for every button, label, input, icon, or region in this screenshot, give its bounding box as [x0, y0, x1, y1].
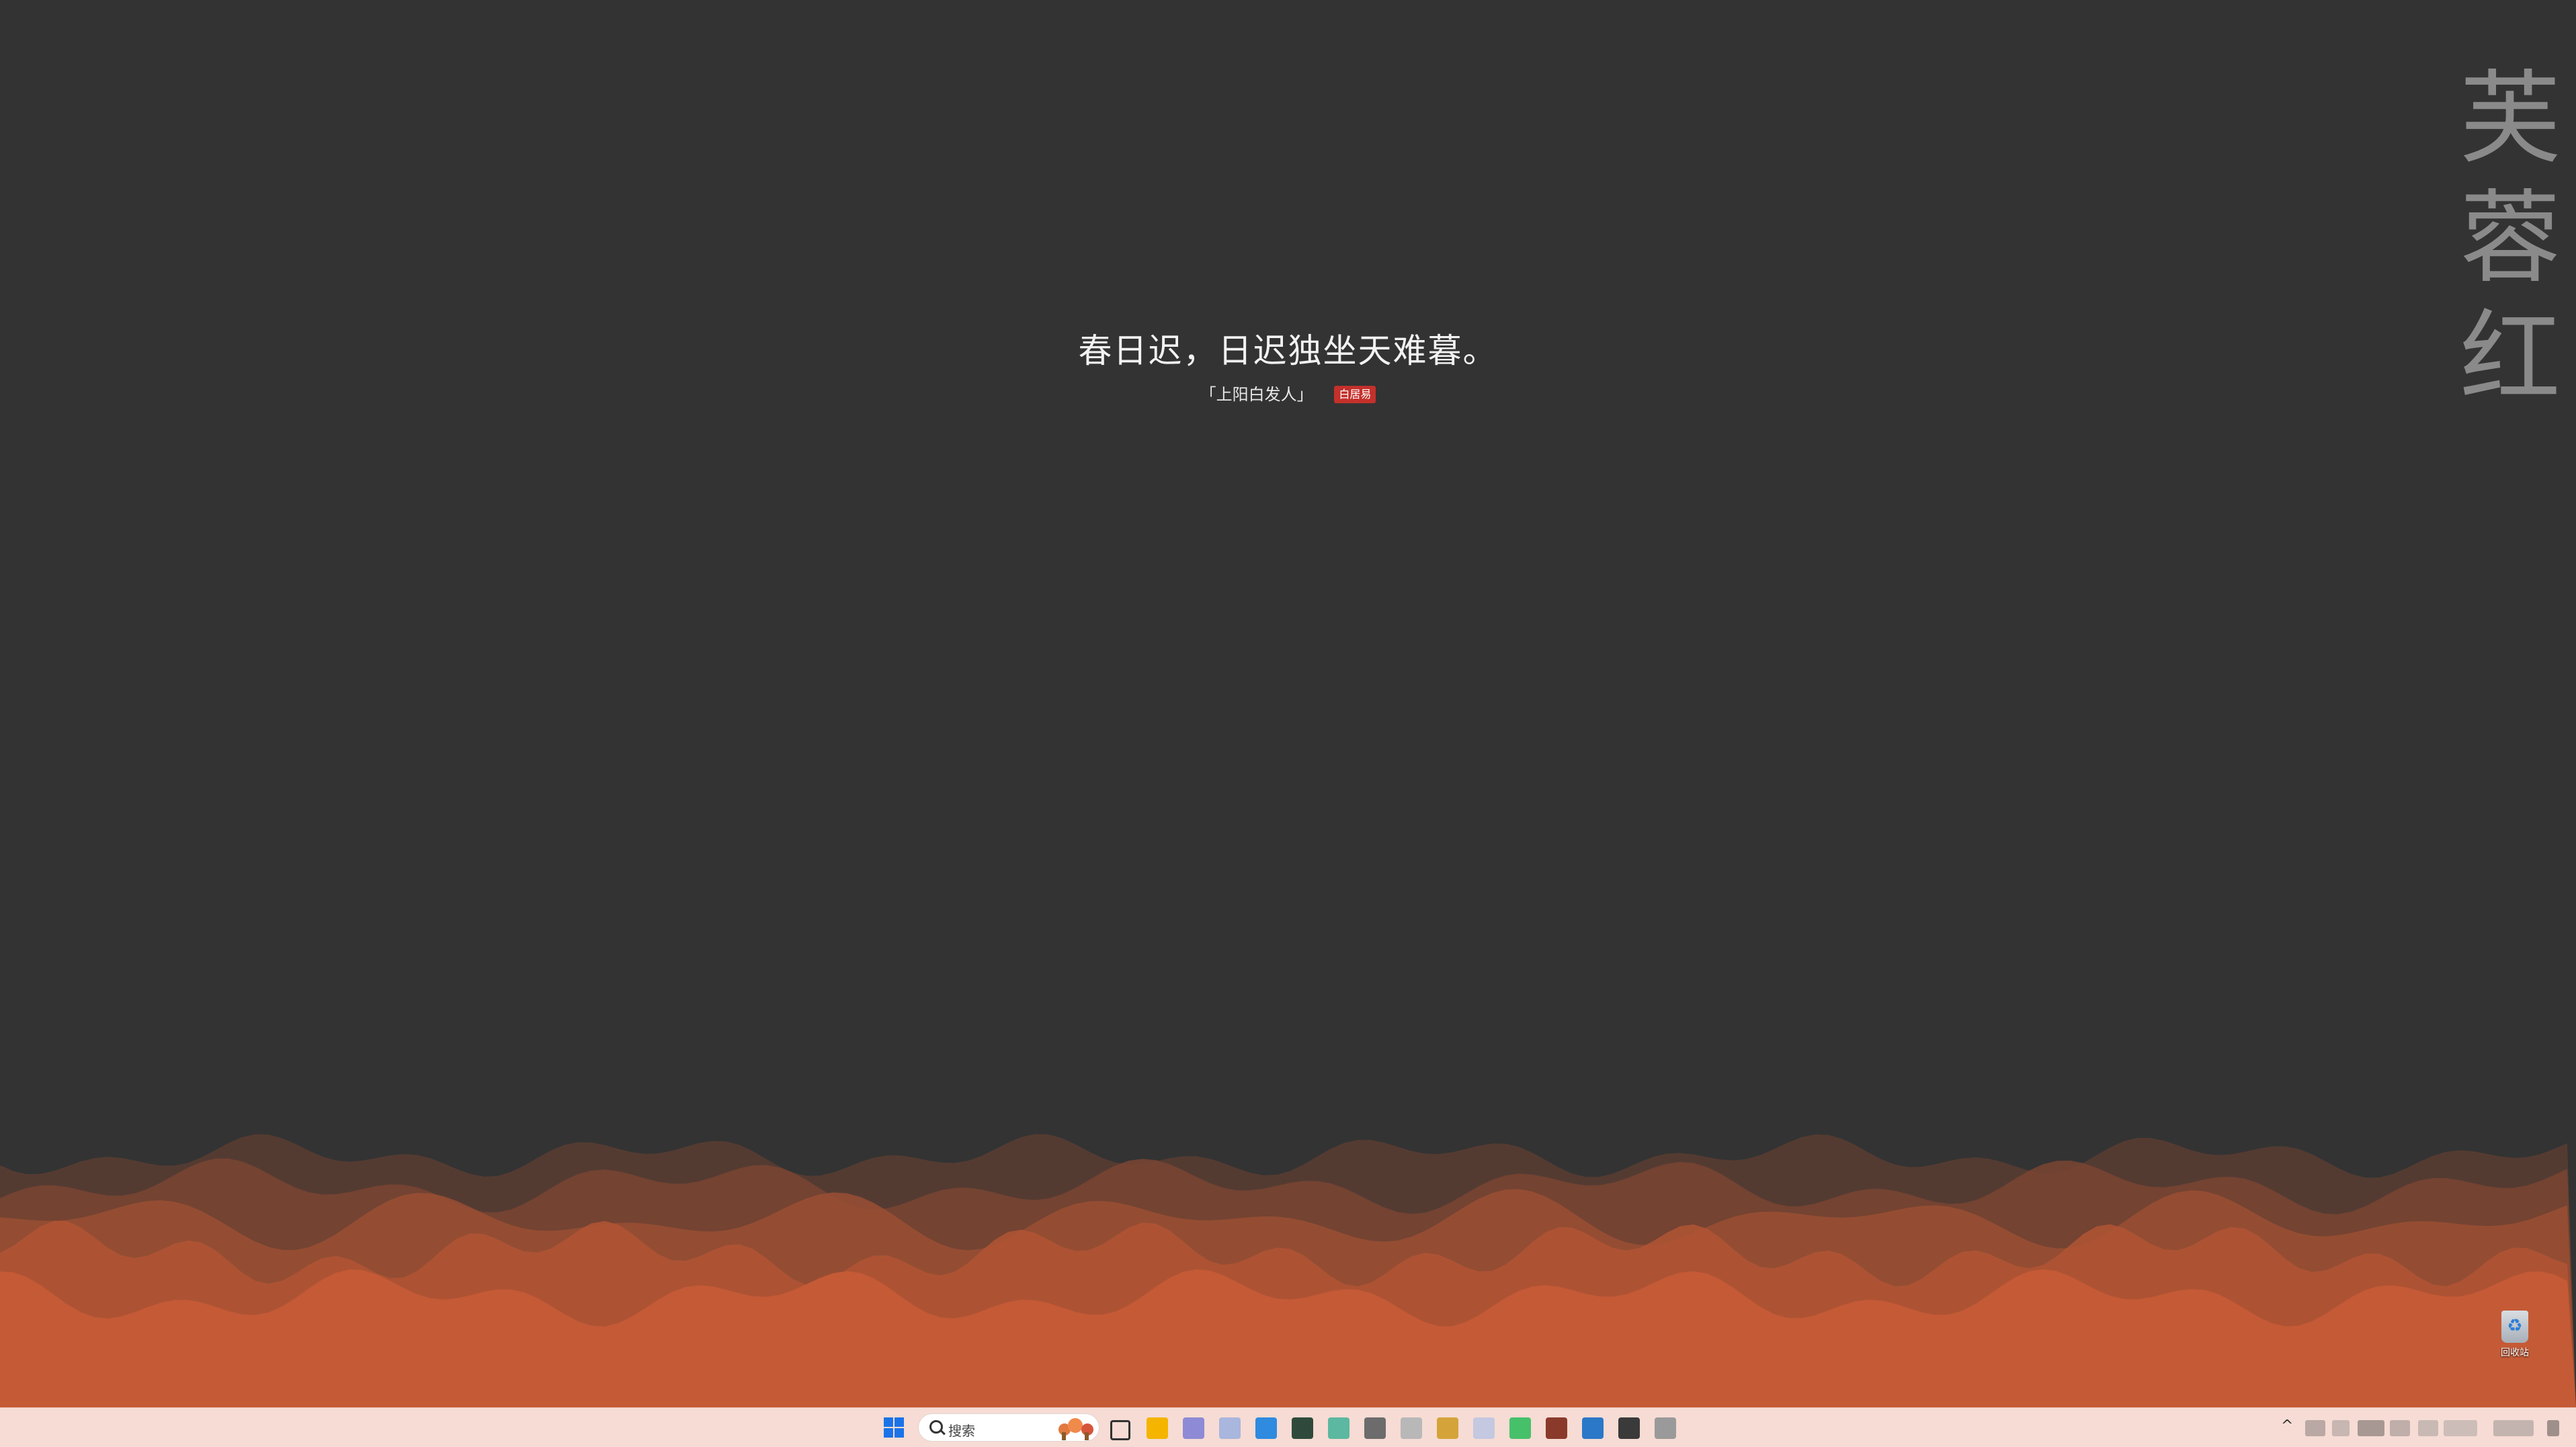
app-icon-10[interactable]	[1509, 1417, 1531, 1439]
app-icon-9[interactable]	[1473, 1417, 1495, 1439]
app-icon-1[interactable]	[1183, 1417, 1204, 1439]
app-icon-5[interactable]	[1328, 1417, 1349, 1439]
desktop: 春日迟，日迟独坐天难暮。 「上阳白发人」 白居易 芙 蓉 红 回收站	[0, 0, 2576, 1407]
app-icon-12[interactable]	[1582, 1417, 1604, 1439]
windows-logo-icon	[884, 1428, 893, 1438]
tray-icon[interactable]	[2547, 1420, 2559, 1436]
poem-attribution: 「上阳白发人」 白居易	[0, 380, 2576, 408]
app-icon-14[interactable]	[1655, 1417, 1676, 1439]
poem-source: 「上阳白发人」	[1200, 385, 1313, 404]
tray-overflow-chevron-icon[interactable]: ^	[2281, 1417, 2293, 1434]
tray-icon[interactable]	[2358, 1420, 2384, 1436]
search-icon	[929, 1420, 943, 1434]
app-icon-8[interactable]	[1437, 1417, 1458, 1439]
app-icon-4[interactable]	[1292, 1417, 1313, 1439]
app-icon-2[interactable]	[1219, 1417, 1241, 1439]
tray-icon[interactable]	[2418, 1420, 2438, 1436]
poem-line: 春日迟，日迟独坐天难暮。	[1078, 331, 1498, 370]
windows-logo-icon	[895, 1428, 904, 1438]
vertical-title-char: 红	[2460, 300, 2561, 417]
tray-icon[interactable]	[2390, 1420, 2410, 1436]
taskbar: 搜索 ^	[0, 1407, 2576, 1447]
tray-icon[interactable]	[2305, 1420, 2325, 1436]
app-icon-7[interactable]	[1401, 1417, 1422, 1439]
search-highlight-icon	[1058, 1418, 1093, 1440]
vertical-title-char: 蓉	[2460, 180, 2561, 297]
windows-logo-icon	[895, 1417, 904, 1427]
wave-decoration	[0, 1134, 2576, 1407]
app-icon-6[interactable]	[1364, 1417, 1386, 1439]
task-view-icon[interactable]	[1110, 1420, 1130, 1440]
recycle-bin-label: 回收站	[2501, 1348, 2529, 1358]
vertical-title: 芙 蓉 红	[2460, 59, 2561, 418]
poem-author-badge: 白居易	[1334, 386, 1376, 403]
file-explorer-icon[interactable]	[1147, 1417, 1168, 1439]
vertical-title-char: 芙	[2460, 60, 2561, 177]
search-placeholder: 搜索	[948, 1423, 975, 1439]
windows-logo-icon	[884, 1417, 893, 1427]
app-icon-13[interactable]	[1618, 1417, 1640, 1439]
recycle-bin-icon	[2501, 1311, 2528, 1343]
app-icon-3[interactable]	[1255, 1417, 1277, 1439]
tray-icon[interactable]	[2444, 1420, 2477, 1436]
tray-icon[interactable]	[2493, 1420, 2534, 1436]
start-button[interactable]	[884, 1417, 905, 1439]
app-icon-11[interactable]	[1546, 1417, 1567, 1439]
desktop-icon-recycle-bin[interactable]: 回收站	[2495, 1311, 2535, 1359]
tray-icon[interactable]	[2332, 1420, 2350, 1436]
